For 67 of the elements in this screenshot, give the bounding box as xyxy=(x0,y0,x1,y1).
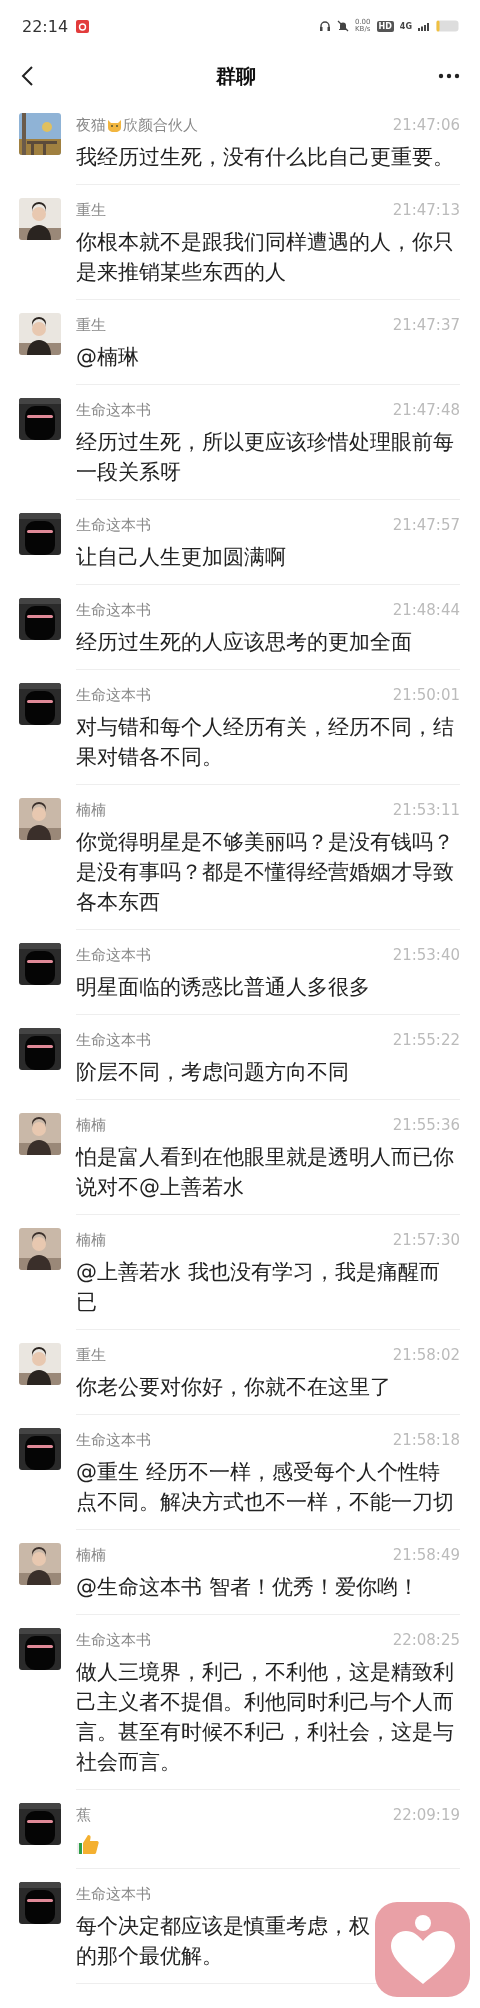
sender-name: 重生 xyxy=(76,1345,106,1365)
network-type: 4G xyxy=(399,21,412,31)
message-time: 22:08:25 xyxy=(392,1631,460,1649)
sender-name: 楠楠 xyxy=(76,800,106,820)
sender-name: 楠楠 xyxy=(76,1115,106,1135)
sender-name: 楠楠 xyxy=(76,1230,106,1250)
sender-name: 欣颜合伙人 xyxy=(123,115,198,135)
message-time: 21:47:13 xyxy=(392,201,460,219)
thumbs-up-icon xyxy=(76,1832,100,1856)
message-text: 你老公要对你好，你就不在这里了 xyxy=(76,1374,392,1401)
headphones-icon xyxy=(318,20,331,32)
cat-face-icon xyxy=(107,118,122,132)
app-icon xyxy=(76,19,90,33)
sender-name: 重生 xyxy=(76,200,106,220)
message-time: 21:53:40 xyxy=(392,946,460,964)
message-text: 明星面临的诱惑比普通人多很多 xyxy=(76,974,371,1001)
sender-name: 生命这本书 xyxy=(76,1884,151,1904)
sender-name: 生命这本书 xyxy=(76,1430,151,1450)
message-text: @上善若水 我也没有学习，我是痛醒而已 xyxy=(76,1259,441,1316)
sender-name: 生命这本书 xyxy=(76,515,151,535)
message-text: 让自己人生更加圆满啊 xyxy=(76,544,287,571)
message-text: 经历过生死，所以更应该珍惜处理眼前每一段关系呀 xyxy=(76,429,455,486)
message-time: 21:50:01 xyxy=(392,686,460,704)
message-text: 怕是富人看到在他眼里就是透明人而已你说对不@上善若水 xyxy=(76,1144,455,1201)
mute-bell-icon xyxy=(336,20,349,32)
sender-name: 蕉 xyxy=(76,1805,91,1825)
message-time: 21:58:49 xyxy=(392,1546,460,1564)
chat-title: 群聊 xyxy=(215,62,257,90)
message-text: @楠琳 xyxy=(76,344,140,371)
message-time: 21:58:02 xyxy=(392,1346,460,1364)
message-text: 做人三境界，利己，不利他，这是精致利己主义者不提倡。利他同时利己与个人而言。甚至有时候不利己，利社会，这是与社会而言。 xyxy=(76,1659,455,1776)
hd-indicator: HD xyxy=(376,20,394,32)
signal-icon xyxy=(418,21,430,31)
message-text: 的那个最优解。 xyxy=(76,1943,224,1970)
sender-name: 生命这本书 xyxy=(76,1030,151,1050)
message-time: 21:57:30 xyxy=(392,1231,460,1249)
message-time: 21:47:06 xyxy=(392,116,460,134)
message-text: 经历过生死的人应该思考的更加全面 xyxy=(76,629,413,656)
message-time: 21:58:18 xyxy=(392,1431,460,1449)
sender-name: 生命这本书 xyxy=(76,945,151,965)
message-text: 你根本就不是跟我们同样遭遇的人，你只是来推销某些东西的人 xyxy=(76,229,455,286)
message-text: 我经历过生死，没有什么比自己更重要。 xyxy=(76,144,455,171)
message-text: 阶层不同，考虑问题方向不同 xyxy=(76,1059,350,1086)
sender-name: 生命这本书 xyxy=(76,600,151,620)
message-time: 21:55:36 xyxy=(392,1116,460,1134)
message-text: 你觉得明星是不够美丽吗？是没有钱吗？是没有事吗？都是不懂得经营婚姻才导致各本东西 xyxy=(76,829,455,916)
back-icon xyxy=(20,65,34,87)
message-text: 每个决定都应该是慎重考虑，权 xyxy=(76,1913,371,1940)
sender-name: 重生 xyxy=(76,315,106,335)
message-time: 21:47:57 xyxy=(392,516,460,534)
message-time: 21:48:44 xyxy=(392,601,460,619)
sender-name: 楠楠 xyxy=(76,1545,106,1565)
more-icon xyxy=(438,73,460,79)
message-time: 21:47:37 xyxy=(392,316,460,334)
battery-icon xyxy=(436,20,460,32)
sender-name: 夜猫 xyxy=(76,115,106,135)
message-time: 22:09:19 xyxy=(392,1806,460,1824)
message-time: 21:53:11 xyxy=(392,801,460,819)
message-time: 21:47:48 xyxy=(392,401,460,419)
message-text: @重生 经历不一样，感受每个人个性特点不同。解决方式也不一样，不能一刀切 xyxy=(76,1459,455,1516)
sender-name: 生命这本书 xyxy=(76,1630,151,1650)
message-time: 21:55:22 xyxy=(392,1031,460,1049)
sender-name: 生命这本书 xyxy=(76,400,151,420)
status-time: 22:14 xyxy=(22,16,69,36)
sender-name: 生命这本书 xyxy=(76,685,151,705)
message-text: 对与错和每个人经历有关，经历不同，结果对错各不同。 xyxy=(76,714,455,771)
message-text: @生命这本书 智者！优秀！爱你哟！ xyxy=(76,1574,420,1601)
